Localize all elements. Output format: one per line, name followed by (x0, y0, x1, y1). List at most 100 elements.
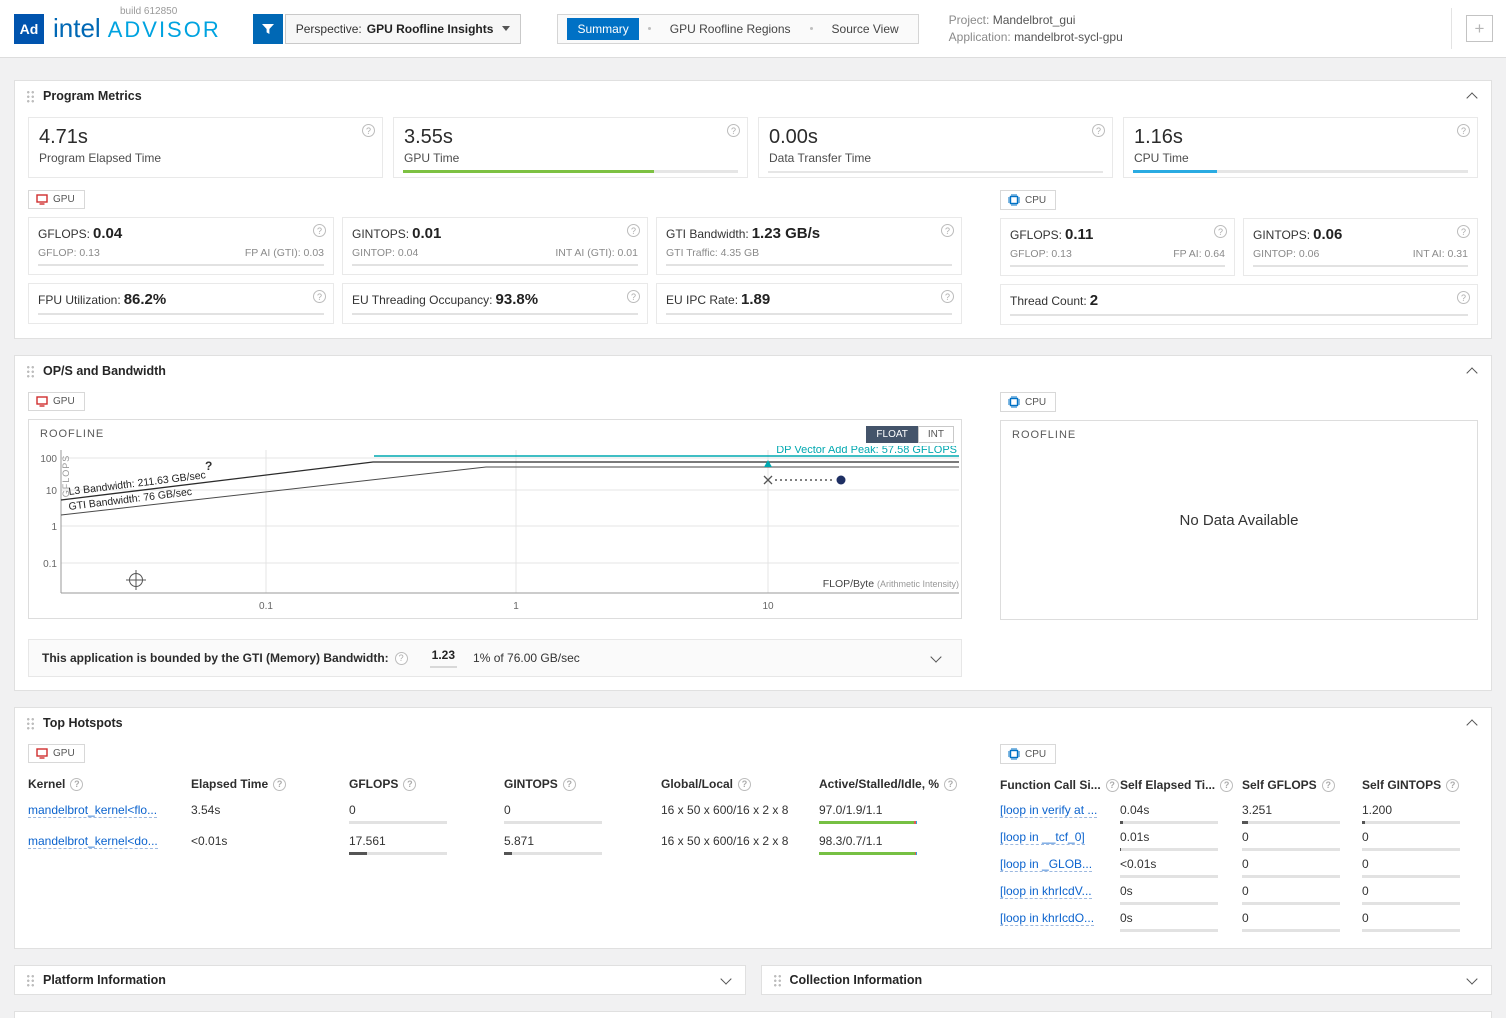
drag-handle-icon[interactable] (773, 974, 782, 987)
build-number: build 612850 (120, 6, 177, 17)
metric-title: EU Threading Occupancy: (352, 293, 493, 307)
x-tick: 1 (513, 601, 519, 612)
info-icon[interactable] (627, 290, 640, 303)
float-toggle-button[interactable]: FLOAT (866, 426, 917, 443)
table-row: mandelbrot_kernel<flo... 3.54s 0 0 16 x … (28, 799, 962, 830)
info-icon[interactable] (941, 290, 954, 303)
tab-gpu-roofline-regions[interactable]: GPU Roofline Regions (660, 18, 801, 40)
value-bar (1242, 848, 1340, 851)
roofline-hint[interactable]: ? (205, 459, 212, 473)
info-icon[interactable] (1322, 779, 1335, 792)
info-icon[interactable] (738, 778, 751, 791)
collapse-chevron-icon[interactable] (1466, 367, 1477, 378)
info-icon[interactable] (70, 778, 83, 791)
add-view-button[interactable]: + (1466, 15, 1493, 42)
advisor-logo-icon: Ad (14, 14, 44, 44)
info-icon[interactable] (1446, 779, 1459, 792)
info-icon[interactable] (627, 224, 640, 237)
column-header: Elapsed Time (191, 777, 268, 791)
metric-value: 1.16s (1134, 126, 1467, 149)
info-icon[interactable] (313, 224, 326, 237)
table-row: [loop in khrIcdV... 0s 0 0 (1000, 881, 1478, 908)
info-icon[interactable] (727, 124, 740, 137)
roofline-plot[interactable]: 100 10 1 0.1 0.1 1 10 GFLOPS FLOP/Byte (29, 446, 961, 618)
bounded-label: This application is bounded by the GTI (… (42, 651, 389, 665)
column-header: Self Elapsed Ti... (1120, 778, 1215, 792)
function-link[interactable]: [loop in verify at ... (1000, 803, 1097, 818)
y-tick: 100 (40, 454, 57, 465)
cell-elapsed: 0.01s (1120, 830, 1149, 844)
info-icon[interactable] (313, 290, 326, 303)
collapse-chevron-icon[interactable] (1466, 92, 1477, 103)
info-icon[interactable] (403, 778, 416, 791)
intel-wordmark: intel (53, 13, 101, 44)
info-icon[interactable] (1457, 124, 1470, 137)
cpu-badge-label: CPU (1025, 195, 1046, 206)
value-bar (504, 821, 602, 824)
cpu-chip-icon (1008, 748, 1020, 760)
drag-handle-icon[interactable] (26, 717, 35, 730)
bounded-value: 1.23 (430, 648, 457, 668)
ops-bandwidth-panel: OP/S and Bandwidth GPU ROOFLINE (14, 355, 1492, 691)
kernel-data-point[interactable] (837, 476, 846, 485)
cell-global-local: 16 x 50 x 600/16 x 2 x 8 (661, 834, 819, 848)
collapse-chevron-icon[interactable] (1466, 719, 1477, 730)
kernel-link[interactable]: mandelbrot_kernel<do... (28, 834, 158, 849)
tab-source-view[interactable]: Source View (822, 18, 909, 40)
info-icon[interactable] (1214, 225, 1227, 238)
info-icon[interactable] (1220, 779, 1233, 792)
info-icon[interactable] (941, 224, 954, 237)
drag-handle-icon[interactable] (26, 365, 35, 378)
info-icon[interactable] (1092, 124, 1105, 137)
tab-summary[interactable]: Summary (567, 18, 638, 40)
expand-chevron-icon[interactable] (720, 973, 731, 984)
brand: intel ADVISOR (53, 13, 221, 44)
gpu-eu-occupancy-card: EU Threading Occupancy:93.8% (342, 283, 648, 324)
advisor-wordmark: ADVISOR (108, 17, 221, 43)
metric-label: CPU Time (1134, 151, 1467, 165)
info-icon[interactable] (1457, 291, 1470, 304)
view-tabs: Summary GPU Roofline Regions Source View (557, 14, 918, 44)
svg-text:FLOP/Byte (Ari: FLOP/Byte (Arithmetic Intensity) (823, 578, 959, 590)
asi-bar (819, 852, 917, 855)
top-bar: Ad intel ADVISOR build 612850 Perspectiv… (0, 0, 1506, 58)
cell-gflops: 0 (1242, 911, 1249, 925)
info-icon[interactable] (563, 778, 576, 791)
cpu-time-bar (1133, 170, 1468, 173)
x-tick: 0.1 (259, 601, 273, 612)
function-link[interactable]: [loop in khrIcdO... (1000, 911, 1094, 926)
gpu-roofline-chart[interactable]: ROOFLINE FLOAT INT (28, 419, 962, 619)
cell-gintops: 1.200 (1362, 803, 1392, 817)
column-header: GFLOPS (349, 777, 398, 791)
perspective-label: Perspective: (296, 22, 362, 36)
drag-handle-icon[interactable] (26, 974, 35, 987)
info-icon[interactable] (362, 124, 375, 137)
kernel-link[interactable]: mandelbrot_kernel<flo... (28, 803, 157, 818)
metric-sub: FP AI: 0.64 (1173, 248, 1225, 260)
info-icon[interactable] (273, 778, 286, 791)
info-icon[interactable] (1106, 779, 1119, 792)
metric-title: EU IPC Rate: (666, 293, 738, 307)
metric-value: 3.55s (404, 126, 737, 149)
gpu-badge: GPU (28, 744, 85, 763)
drag-handle-icon[interactable] (26, 90, 35, 103)
function-link[interactable]: [loop in __tcf_0] (1000, 830, 1085, 845)
gpu-badge-label: GPU (53, 748, 75, 759)
panel-title: Program Metrics (43, 89, 142, 103)
expand-chevron-icon[interactable] (1466, 973, 1477, 984)
panel-title: Platform Information (43, 973, 166, 987)
value-bar (349, 821, 447, 824)
info-icon[interactable] (395, 652, 408, 665)
metric-title: Thread Count: (1010, 294, 1087, 308)
expand-chevron-icon[interactable] (930, 651, 941, 662)
project-label: Project: (949, 13, 990, 27)
info-icon[interactable] (944, 778, 957, 791)
int-toggle-button[interactable]: INT (918, 426, 954, 443)
cell-gintops: 0 (504, 803, 511, 817)
info-icon[interactable] (1457, 225, 1470, 238)
cell-global-local: 16 x 50 x 600/16 x 2 x 8 (661, 803, 819, 817)
function-link[interactable]: [loop in khrIcdV... (1000, 884, 1092, 899)
perspective-selector[interactable]: Perspective: GPU Roofline Insights (285, 14, 522, 44)
metric-card-cpu-time: 1.16s CPU Time (1123, 117, 1478, 178)
function-link[interactable]: [loop in _GLOB... (1000, 857, 1092, 872)
